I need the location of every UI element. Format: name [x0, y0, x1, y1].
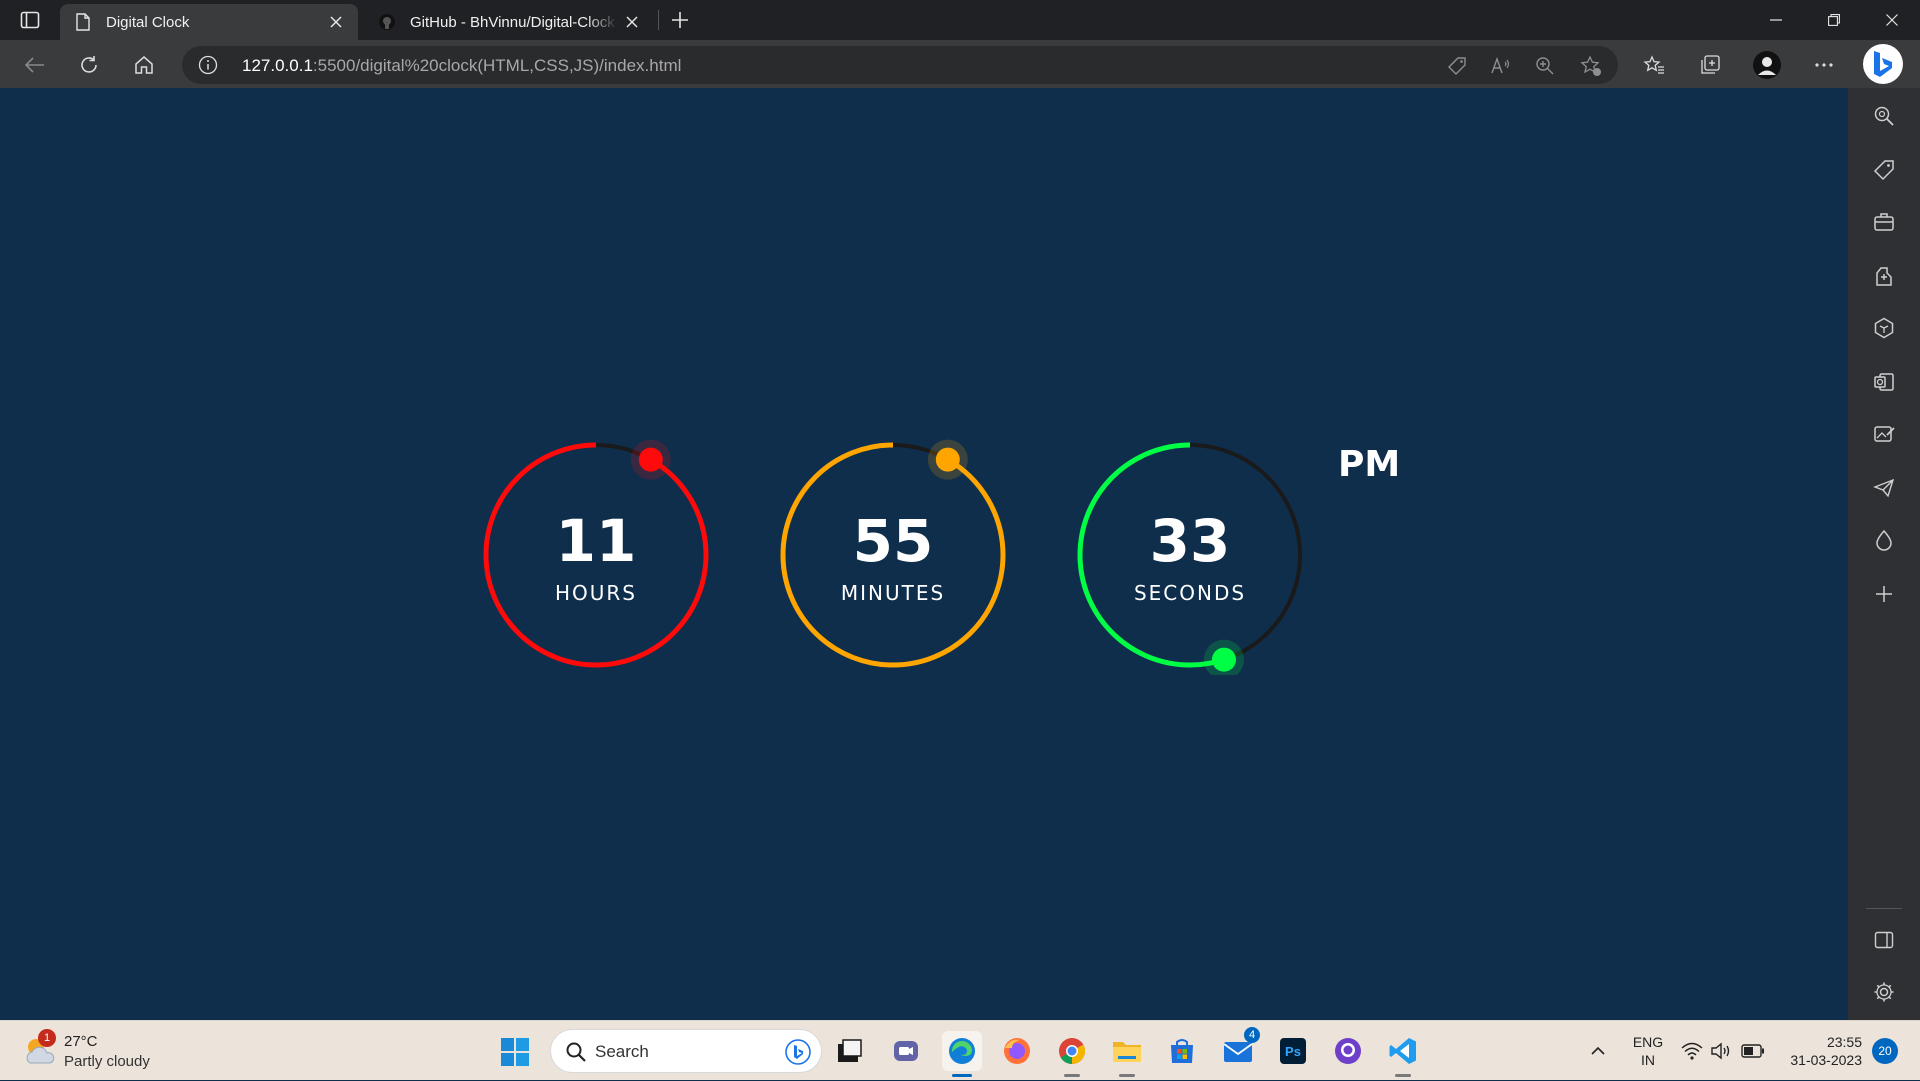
- back-arrow-icon[interactable]: [18, 48, 52, 82]
- bing-icon: [785, 1039, 811, 1065]
- task-view-icon[interactable]: [830, 1031, 870, 1071]
- outlook-icon[interactable]: [1872, 370, 1896, 394]
- language-indicator[interactable]: ENG IN: [1628, 1033, 1668, 1069]
- hours-dial: 11 HOURS: [476, 435, 716, 675]
- taskbar-search[interactable]: Search: [550, 1029, 822, 1073]
- firefox-icon[interactable]: [997, 1031, 1037, 1071]
- sidebar-divider: [1866, 908, 1902, 909]
- tools-briefcase-icon[interactable]: [1872, 210, 1896, 234]
- system-time: 23:55: [1826, 1034, 1862, 1050]
- new-tab-icon[interactable]: [666, 6, 694, 34]
- address-bar[interactable]: 127.0.0.1:5500/digital%20clock(HTML,CSS,…: [182, 46, 1618, 84]
- page-icon: [74, 13, 92, 31]
- refresh-icon[interactable]: [72, 48, 106, 82]
- edge-sidebar: [1848, 88, 1920, 1020]
- clock-page: 11 HOURS 55 MINUTES 33 SECONDS PM: [0, 88, 1848, 1020]
- more-menu-icon[interactable]: [1807, 48, 1841, 82]
- vscode-icon[interactable]: [1383, 1031, 1423, 1077]
- seconds-label: SECONDS: [1133, 581, 1247, 605]
- github-icon: [378, 13, 396, 31]
- office-icon[interactable]: [1872, 316, 1896, 340]
- volume-icon[interactable]: [1710, 1021, 1734, 1081]
- chrome-icon[interactable]: [1052, 1031, 1092, 1077]
- bing-chat-icon[interactable]: [1863, 44, 1903, 84]
- zoom-icon[interactable]: [1534, 55, 1556, 77]
- minutes-indicator-dot: [935, 447, 960, 472]
- ampm-indicator: PM: [1338, 444, 1401, 485]
- profile-avatar-icon[interactable]: [1750, 48, 1784, 82]
- seconds-value: 33: [1149, 507, 1231, 575]
- browser-tab-bar: Digital Clock GitHub - BhVinnu/Digital-C…: [0, 0, 1920, 40]
- read-aloud-icon[interactable]: [1490, 55, 1512, 77]
- search-label: Search: [595, 1042, 649, 1061]
- tab-divider: [658, 10, 659, 30]
- mail-badge: 4: [1244, 1027, 1260, 1043]
- shopping-tag-icon[interactable]: [1872, 158, 1896, 182]
- windows-taskbar: 1 27°C Partly cloudy Search 4 Ps ENG IN …: [0, 1020, 1920, 1080]
- weather-badge: 1: [38, 1029, 56, 1047]
- hours-indicator-dot: [638, 447, 663, 472]
- windows-start-icon[interactable]: [500, 1037, 530, 1067]
- hours-label: HOURS: [554, 581, 637, 605]
- drop-icon[interactable]: [1872, 528, 1896, 552]
- home-icon[interactable]: [127, 48, 161, 82]
- close-tab-icon[interactable]: [618, 8, 646, 36]
- tab-digital-clock[interactable]: Digital Clock: [60, 4, 358, 40]
- file-explorer-icon[interactable]: [1107, 1031, 1147, 1077]
- region-code: IN: [1641, 1052, 1655, 1068]
- running-indicator: [1064, 1074, 1080, 1077]
- wifi-icon[interactable]: [1680, 1021, 1704, 1081]
- edge-browser-icon[interactable]: [942, 1031, 982, 1077]
- add-sidebar-app-icon[interactable]: [1872, 582, 1896, 606]
- url-host: 127.0.0.1: [242, 56, 313, 75]
- minutes-label: MINUTES: [840, 581, 946, 605]
- weather-condition: Partly cloudy: [64, 1053, 150, 1070]
- photoshop-icon[interactable]: Ps: [1273, 1031, 1313, 1071]
- tab-title: Digital Clock: [106, 13, 190, 31]
- battery-icon[interactable]: [1740, 1021, 1766, 1081]
- minimize-icon[interactable]: [1748, 0, 1804, 40]
- minutes-value: 55: [852, 507, 934, 575]
- tag-icon[interactable]: [1446, 55, 1468, 77]
- notification-badge[interactable]: 20: [1872, 1038, 1898, 1064]
- image-creator-icon[interactable]: [1872, 422, 1896, 446]
- restore-icon[interactable]: [1806, 0, 1862, 40]
- minutes-dial: 55 MINUTES: [773, 435, 1013, 675]
- send-icon[interactable]: [1872, 476, 1896, 500]
- search-icon: [566, 1042, 586, 1062]
- seconds-indicator-dot: [1211, 647, 1236, 672]
- language-code: ENG: [1632, 1034, 1664, 1050]
- hours-value: 11: [555, 507, 637, 575]
- close-window-icon[interactable]: [1864, 0, 1920, 40]
- url-text[interactable]: 127.0.0.1:5500/digital%20clock(HTML,CSS,…: [242, 56, 681, 76]
- settings-gear-icon[interactable]: [1872, 980, 1896, 1004]
- site-info-icon[interactable]: [198, 55, 218, 75]
- microsoft-store-icon[interactable]: [1162, 1031, 1202, 1071]
- seconds-dial: 33 SECONDS: [1070, 435, 1310, 675]
- weather-temp: 27°C: [64, 1033, 98, 1050]
- teams-chat-icon[interactable]: [886, 1031, 926, 1071]
- tab-title: GitHub - BhVinnu/Digital-Clock-HTML-CSS-…: [410, 13, 618, 31]
- active-indicator: [952, 1074, 972, 1077]
- weather-widget[interactable]: 1 27°C Partly cloudy: [22, 1029, 182, 1073]
- hide-sidebar-icon[interactable]: [1872, 928, 1896, 952]
- system-date: 31-03-2023: [1790, 1052, 1862, 1068]
- github-desktop-icon[interactable]: [1328, 1031, 1368, 1071]
- url-path: :5500/digital%20clock(HTML,CSS,JS)/index…: [312, 56, 682, 75]
- favorites-icon[interactable]: [1637, 48, 1671, 82]
- running-indicator: [1395, 1074, 1411, 1077]
- tab-github[interactable]: GitHub - BhVinnu/Digital-Clock-HTML-CSS-…: [364, 4, 654, 40]
- svg-text:Ps: Ps: [1285, 1044, 1301, 1059]
- running-indicator: [1119, 1074, 1135, 1077]
- chevron-up-icon[interactable]: [1586, 1021, 1610, 1081]
- browser-toolbar: 127.0.0.1:5500/digital%20clock(HTML,CSS,…: [0, 40, 1920, 88]
- system-clock[interactable]: 23:55 31-03-2023: [1778, 1033, 1862, 1069]
- collections-icon[interactable]: [1693, 48, 1727, 82]
- add-favorite-icon[interactable]: [1580, 55, 1602, 77]
- close-tab-icon[interactable]: [322, 8, 350, 36]
- games-icon[interactable]: [1872, 264, 1896, 288]
- search-icon[interactable]: [1872, 104, 1896, 128]
- tab-actions-icon[interactable]: [16, 8, 44, 32]
- mail-icon[interactable]: 4: [1218, 1027, 1260, 1071]
